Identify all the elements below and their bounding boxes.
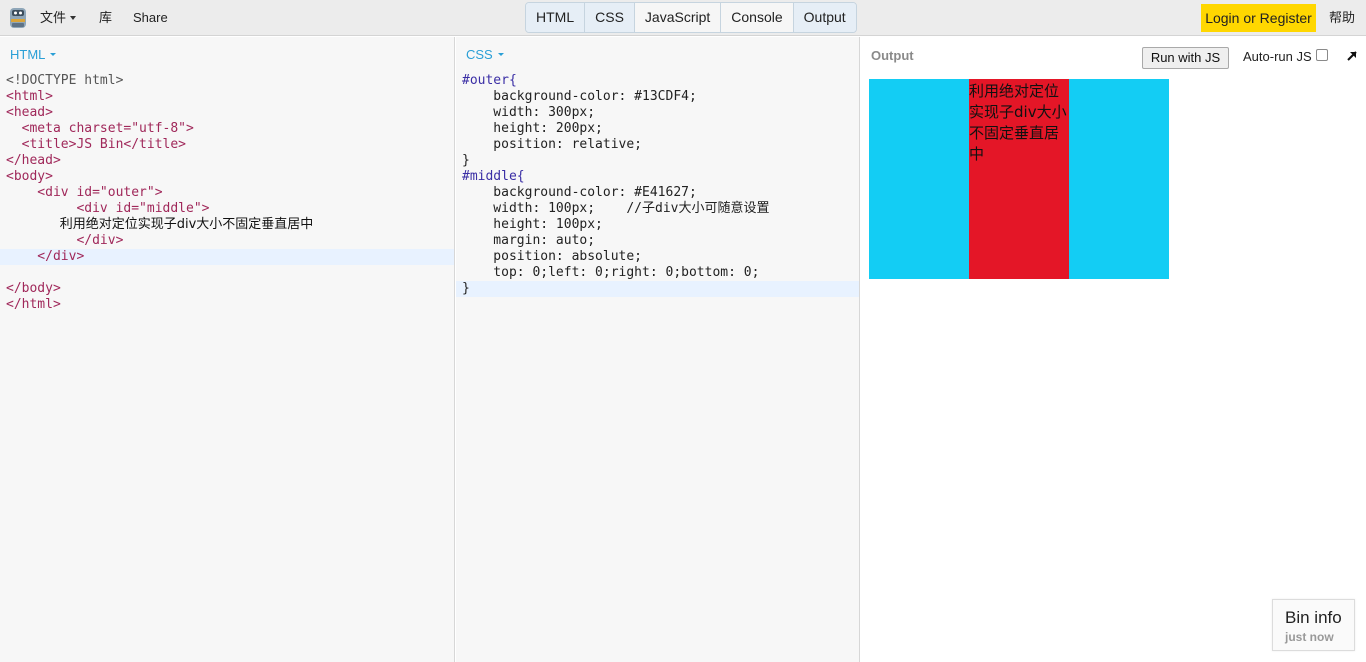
code-line: background-color: #13CDF4; bbox=[462, 89, 697, 104]
code-line: position: relative; bbox=[462, 137, 643, 152]
jsbin-robot-icon[interactable] bbox=[8, 6, 28, 30]
code-line: <body> bbox=[6, 169, 53, 184]
tab-css[interactable]: CSS bbox=[585, 3, 635, 32]
code-line: #middle{ bbox=[462, 169, 525, 184]
code-line: <html> bbox=[6, 89, 53, 104]
run-with-js-button[interactable]: Run with JS bbox=[1142, 47, 1229, 69]
code-line: } bbox=[462, 153, 470, 168]
code-line: 利用绝对定位实现子div大小不固定垂直居中 bbox=[6, 217, 314, 232]
bin-info-subtitle: just now bbox=[1285, 630, 1334, 644]
file-menu[interactable]: 文件 bbox=[40, 10, 77, 25]
html-panel-label[interactable]: HTML bbox=[10, 47, 57, 62]
css-panel-label[interactable]: CSS bbox=[466, 48, 504, 62]
popout-arrow-icon[interactable] bbox=[1345, 49, 1359, 63]
share-menu[interactable]: Share bbox=[133, 11, 168, 25]
html-editor-panel: HTML <!DOCTYPE html> <html> <head> <meta… bbox=[0, 37, 455, 662]
code-line: width: 100px; //子div大小可随意设置 bbox=[462, 201, 770, 216]
output-panel: Output Run with JS Auto-run JS 利用绝对定位实现子… bbox=[861, 37, 1366, 662]
code-line: margin: auto; bbox=[462, 233, 596, 248]
autorun-label: Auto-run JS bbox=[1243, 49, 1312, 64]
code-line: <div id="middle"> bbox=[6, 201, 210, 216]
autorun-checkbox[interactable] bbox=[1316, 49, 1328, 61]
help-menu[interactable]: 帮助 bbox=[1329, 11, 1355, 25]
login-register-button[interactable]: Login or Register bbox=[1201, 4, 1316, 32]
chevron-down-icon bbox=[497, 53, 504, 57]
middle-div-preview: 利用绝对定位实现子div大小不固定垂直居中 bbox=[969, 79, 1069, 279]
file-menu-label: 文件 bbox=[40, 10, 67, 25]
code-line: </html> bbox=[6, 297, 61, 312]
code-line: width: 300px; bbox=[462, 105, 596, 120]
html-code-editor[interactable]: <!DOCTYPE html> <html> <head> <meta char… bbox=[0, 73, 454, 313]
chevron-down-icon bbox=[50, 53, 57, 57]
code-line: <title>JS Bin</title> bbox=[6, 137, 187, 152]
code-line: background-color: #E41627; bbox=[462, 185, 697, 200]
code-line: height: 100px; bbox=[462, 217, 603, 232]
code-line: <div id="outer"> bbox=[6, 185, 163, 200]
css-panel-label-text: CSS bbox=[466, 47, 493, 62]
code-line: </head> bbox=[6, 153, 61, 168]
code-line: position: absolute; bbox=[462, 249, 643, 264]
code-line: <!DOCTYPE html> bbox=[6, 73, 124, 88]
top-toolbar: 文件 库 Share HTML CSS JavaScript Console O… bbox=[0, 0, 1366, 36]
tab-output[interactable]: Output bbox=[793, 3, 856, 32]
tab-html[interactable]: HTML bbox=[526, 3, 586, 32]
bin-info-widget[interactable]: Bin info just now bbox=[1272, 599, 1355, 651]
code-line: #outer{ bbox=[462, 73, 517, 88]
tab-console[interactable]: Console bbox=[721, 3, 794, 32]
code-line: <meta charset="utf-8"> bbox=[6, 121, 194, 136]
chevron-down-icon bbox=[70, 15, 77, 20]
tab-javascript[interactable]: JavaScript bbox=[635, 3, 722, 32]
panel-toggle-group: HTML CSS JavaScript Console Output bbox=[525, 2, 857, 33]
outer-div-preview: 利用绝对定位实现子div大小不固定垂直居中 bbox=[869, 79, 1169, 279]
output-panel-label: Output bbox=[871, 48, 914, 63]
library-menu[interactable]: 库 bbox=[99, 11, 112, 25]
code-line-active: } bbox=[456, 281, 859, 297]
code-line: <head> bbox=[6, 105, 53, 120]
css-code-editor[interactable]: #outer{ background-color: #13CDF4; width… bbox=[456, 73, 859, 297]
code-line: height: 200px; bbox=[462, 121, 603, 136]
code-line: top: 0;left: 0;right: 0;bottom: 0; bbox=[462, 265, 760, 280]
html-panel-label-text: HTML bbox=[10, 47, 46, 62]
css-editor-panel: CSS #outer{ background-color: #13CDF4; w… bbox=[456, 37, 860, 662]
bin-info-title: Bin info bbox=[1285, 608, 1342, 627]
code-line-active: </div> bbox=[0, 249, 454, 265]
code-line: </body> bbox=[6, 281, 61, 296]
code-line: </div> bbox=[6, 233, 124, 248]
